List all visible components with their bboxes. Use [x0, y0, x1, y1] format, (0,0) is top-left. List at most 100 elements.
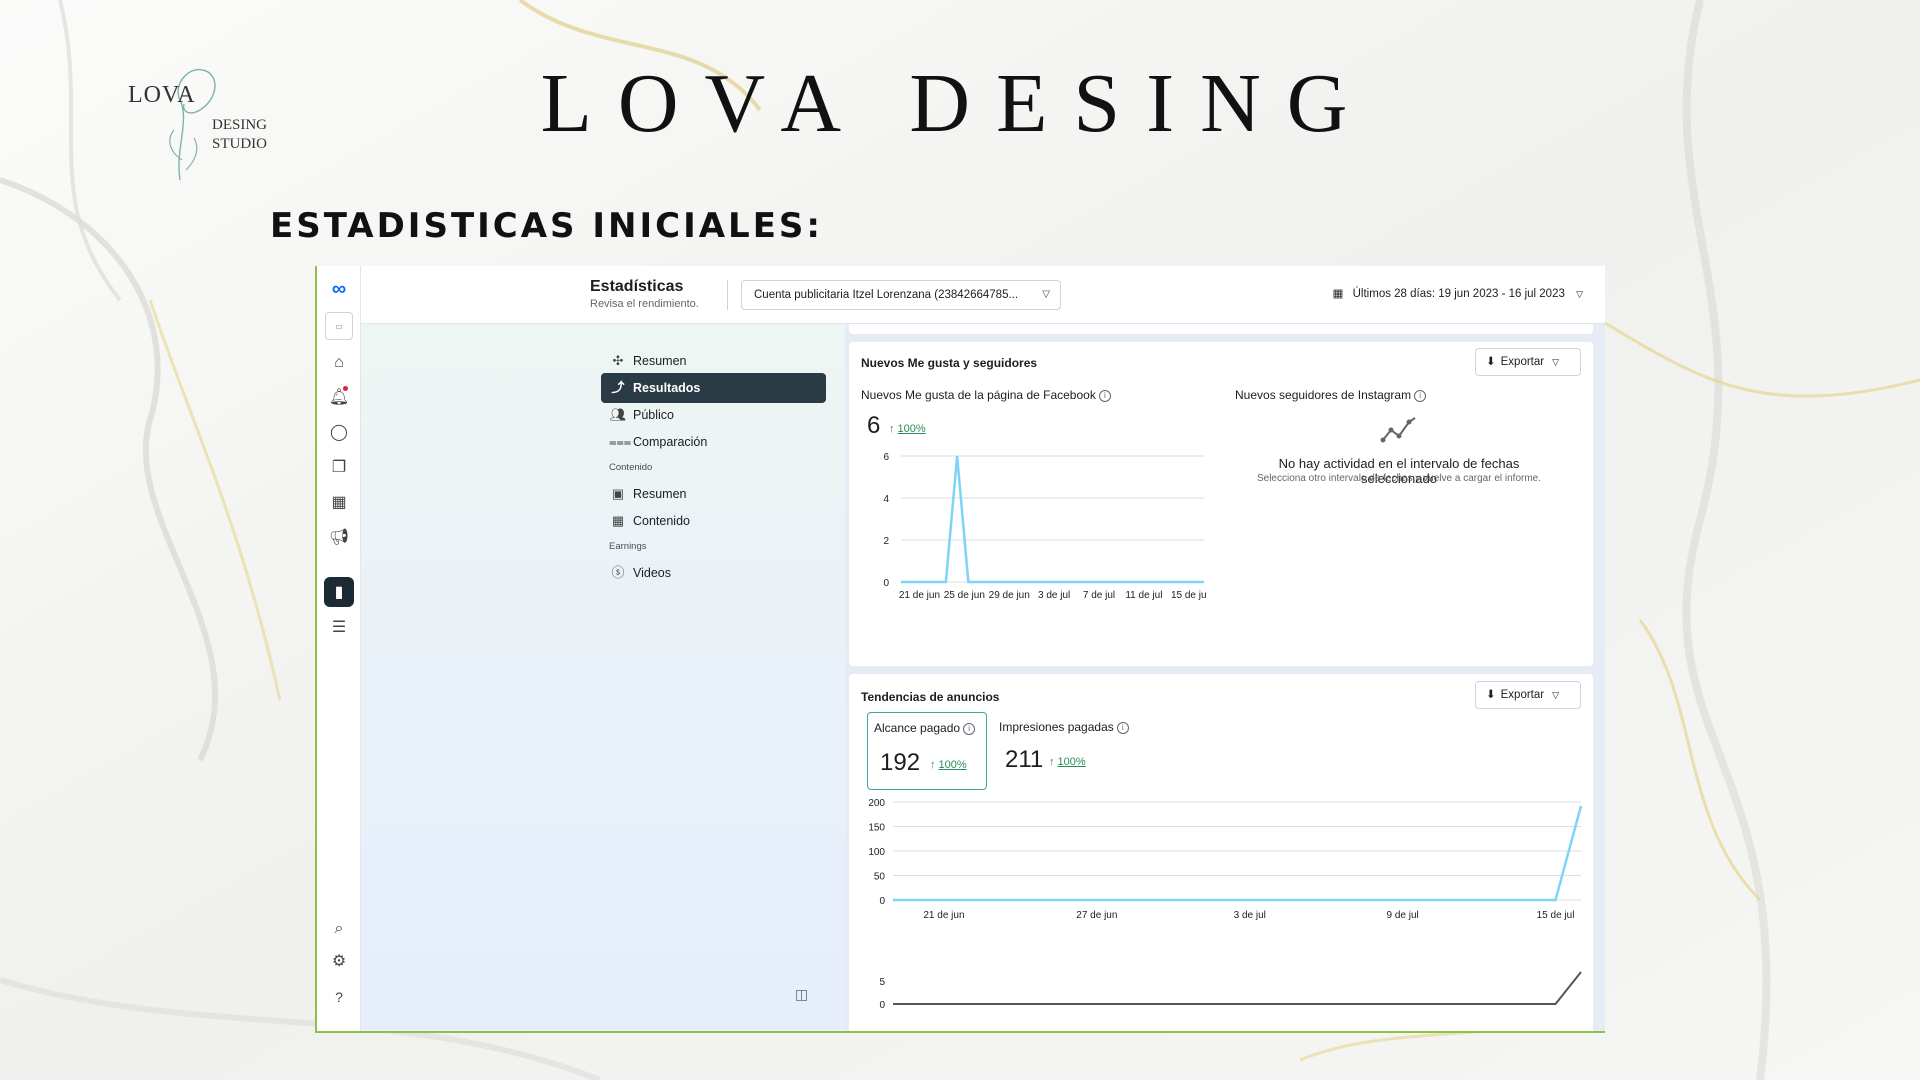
y-tick-label: 0 — [883, 578, 889, 589]
nav-item-contenido[interactable]: ▦ Contenido — [601, 506, 826, 536]
y-tick-label: 2 — [883, 536, 889, 547]
nav-item-publico[interactable]: 👥︎ Público — [601, 400, 826, 430]
people-icon: 👥︎ — [609, 407, 627, 422]
x-tick-label: 3 de jul — [1038, 590, 1070, 601]
y-tick-label: 100 — [868, 847, 885, 858]
export-button[interactable]: ⬇ Exportar ▽ — [1475, 348, 1581, 376]
paid-impressions-value: 211 — [1005, 746, 1044, 773]
icon-sidebar: ∞ ▭ ⌂ 🔔︎ ◯ ❐ ▦ 📢︎ ▮ ☰ ⌕ ⚙ ? — [317, 266, 361, 1031]
info-icon[interactable]: i — [963, 722, 976, 735]
compare-icon: ⩶ — [609, 434, 632, 449]
divider — [727, 280, 728, 310]
nav-label: Resultados — [633, 381, 701, 395]
x-tick-label: 9 de jul — [1387, 910, 1419, 921]
likes-followers-card: Nuevos Me gusta y seguidores ⬇ Exportar ▽ … — [849, 342, 1593, 666]
export-button[interactable]: ⬇ Exportar ▽ — [1475, 681, 1581, 709]
brand-title: LOVA DESING — [0, 55, 1920, 152]
previous-card-edge — [849, 324, 1593, 334]
export-label: Exportar — [1500, 689, 1545, 701]
pages-icon[interactable]: ❐ — [324, 452, 354, 482]
y-tick-label: 4 — [883, 494, 889, 505]
nav-item-resumen[interactable]: ✣ Resumen — [601, 346, 826, 376]
x-tick-label: 29 de jun — [989, 590, 1030, 601]
page-title: Estadísticas — [590, 278, 684, 295]
chevron-down-icon: ▽ — [1576, 289, 1583, 299]
arrow-up-icon: ↑ — [930, 759, 936, 771]
x-tick-label: 7 de jul — [1083, 590, 1115, 601]
download-icon: ⬇ — [1486, 356, 1496, 368]
account-dropdown-label: Cuenta publicitaria Itzel Lorenzana (238… — [754, 289, 1019, 301]
table-icon[interactable]: ▦ — [324, 487, 354, 517]
fb-likes-change-text: 100% — [897, 423, 926, 435]
meta-insights-screenshot: ∞ ▭ ⌂ 🔔︎ ◯ ❐ ▦ 📢︎ ▮ ☰ ⌕ ⚙ ? Estadísticas… — [315, 266, 1605, 1033]
nav-item-contenido-resumen[interactable]: ▣ Resumen — [601, 479, 826, 509]
results-content: Nuevos Me gusta y seguidores ⬇ Exportar ▽ … — [845, 324, 1605, 1031]
y-tick-label: 200 — [868, 798, 885, 809]
nav-label: Videos — [633, 566, 671, 580]
nav-item-comparacion[interactable]: ⩶ Comparación — [601, 427, 826, 457]
meta-logo-icon[interactable]: ∞ — [324, 274, 354, 304]
top-bar: Estadísticas Revisa el rendimiento. Cuen… — [361, 266, 1605, 324]
megaphone-icon[interactable]: 📢︎ — [324, 522, 354, 552]
x-tick-label: 15 de ju — [1171, 590, 1207, 601]
account-dropdown[interactable]: Cuenta publicitaria Itzel Lorenzana (238… — [741, 280, 1061, 310]
y-tick-label: 0 — [879, 1000, 885, 1011]
y-tick-label: 150 — [868, 823, 885, 834]
empty-trend-icon — [1380, 417, 1416, 443]
trend-icon: ⤴ — [611, 380, 625, 395]
paid-impressions-change-text: 100% — [1057, 756, 1086, 768]
fb-likes-value: 6 — [867, 412, 881, 439]
arrow-up-icon: ↑ — [889, 423, 895, 435]
menu-icon[interactable]: ☰ — [324, 612, 354, 642]
search-icon[interactable]: ⌕ — [324, 914, 354, 944]
chevron-down-icon: ▽ — [1552, 357, 1560, 367]
info-icon[interactable]: i — [1414, 389, 1427, 402]
download-icon: ⬇ — [1486, 689, 1496, 701]
x-tick-label: 3 de jul — [1234, 910, 1266, 921]
paid-reach-value: 192 — [880, 749, 921, 776]
nav-item-videos[interactable]: ⓢ Videos — [601, 558, 826, 588]
ad-trends-chart: 05010015020021 de jun 27 de jun 3 de jul 9 … — [868, 798, 1583, 1011]
empty-state-subtitle: Selecciona otro intervalo de fechas y vu… — [1256, 473, 1542, 484]
x-tick-label: 27 de jun — [1076, 910, 1117, 921]
nav-label: Público — [633, 408, 674, 422]
metric-paid-reach[interactable]: Alcance pagado i 192 ↑ 100% — [867, 712, 987, 790]
overview-icon: ✣ — [612, 353, 624, 368]
secondary-series-line — [893, 971, 1582, 1005]
fb-likes-chart: 0 2 4 6 21 de jun 25 de jun 29 de jun 3 de jul 7… — [883, 452, 1207, 601]
info-icon[interactable]: i — [1098, 389, 1111, 402]
help-icon[interactable]: ? — [324, 982, 354, 1012]
ig-followers-label: Nuevos seguidores de Instagram i — [1235, 388, 1427, 402]
nav-label: Contenido — [633, 514, 690, 528]
ad-trends-card: Tendencias de anuncios ⬇ Exportar ▽ Alcanc… — [849, 674, 1593, 1031]
paid-reach-change-text: 100% — [938, 759, 967, 771]
paid-impressions-label: Impresiones pagadas i — [999, 720, 1129, 734]
bar-chart-icon[interactable]: ▮ — [324, 577, 354, 607]
paid-reach-series-line — [893, 805, 1583, 902]
nav-label: Comparación — [633, 435, 708, 449]
info-icon[interactable]: i — [1116, 721, 1129, 734]
page-subtitle: Revisa el rendimiento. — [590, 298, 699, 310]
account-avatar[interactable]: ▭ — [325, 312, 353, 340]
date-range-picker[interactable]: ▦ Últimos 28 días: 19 jun 2023 - 16 jul … — [1333, 286, 1583, 300]
collapse-panel-icon[interactable]: ◫ — [795, 986, 808, 1003]
gear-icon[interactable]: ⚙ — [324, 946, 354, 976]
fb-likes-label: Nuevos Me gusta de la página de Facebook… — [861, 388, 1111, 402]
home-icon[interactable]: ⌂ — [324, 348, 354, 378]
x-tick-label: 25 de jun — [944, 590, 985, 601]
chevron-down-icon: ▽ — [1552, 690, 1560, 700]
y-tick-label: 5 — [879, 977, 885, 988]
metric-paid-impressions[interactable]: Impresiones pagadas i 211 ↑ 100% — [999, 712, 1139, 790]
notification-dot — [343, 386, 348, 391]
ig-followers-label-text: Nuevos seguidores de Instagram — [1235, 388, 1412, 402]
x-tick-label: 15 de jul — [1537, 910, 1575, 921]
section-heading: ESTADISTICAS INICIALES: — [270, 206, 824, 246]
paid-reach-label-text: Alcance pagado — [874, 721, 961, 735]
y-tick-label: 0 — [879, 896, 885, 907]
dollar-icon: ⓢ — [611, 565, 625, 580]
nav-label: Resumen — [633, 354, 687, 368]
chat-icon[interactable]: ◯ — [324, 417, 354, 447]
bell-icon[interactable]: 🔔︎ — [324, 382, 354, 412]
nav-item-resultados[interactable]: ⤴ Resultados — [601, 373, 826, 403]
paid-reach-change: ↑ 100% — [930, 759, 967, 771]
